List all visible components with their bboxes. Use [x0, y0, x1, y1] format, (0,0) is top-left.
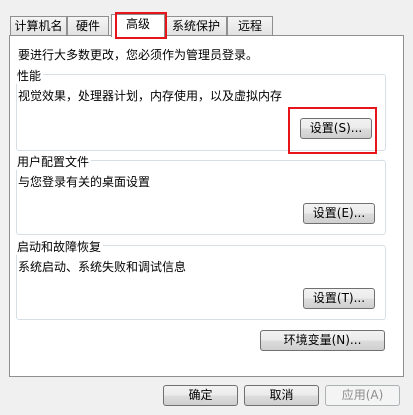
startup-recovery-title: 启动和故障恢复	[15, 238, 104, 255]
tab-system-protection[interactable]: 系统保护	[165, 16, 227, 36]
environment-variables-button[interactable]: 环境变量(N)...	[260, 330, 385, 351]
user-profiles-title: 用户配置文件	[15, 153, 92, 170]
apply-button[interactable]: 应用(A)	[325, 385, 400, 406]
tab-advanced[interactable]: 高级	[111, 14, 165, 37]
performance-settings-button[interactable]: 设置(S)...	[300, 118, 372, 139]
performance-group	[16, 74, 386, 151]
tab-remote[interactable]: 远程	[227, 16, 273, 36]
user-profiles-description: 与您登录有关的桌面设置	[18, 175, 151, 189]
performance-title: 性能	[15, 67, 44, 84]
tab-hardware[interactable]: 硬件	[67, 16, 109, 36]
startup-recovery-settings-button[interactable]: 设置(T)...	[303, 288, 375, 309]
startup-recovery-description: 系统启动、系统失败和调试信息	[18, 260, 187, 274]
admin-notice: 要进行大多数更改，您必须作为管理员登录。	[18, 48, 259, 62]
cancel-button[interactable]: 取消	[244, 385, 319, 406]
tab-computer-name[interactable]: 计算机名	[10, 16, 67, 36]
ok-button[interactable]: 确定	[163, 385, 238, 406]
user-profiles-settings-button[interactable]: 设置(E)...	[303, 203, 375, 224]
performance-description: 视觉效果，处理器计划，内存使用，以及虚拟内存	[18, 89, 283, 103]
